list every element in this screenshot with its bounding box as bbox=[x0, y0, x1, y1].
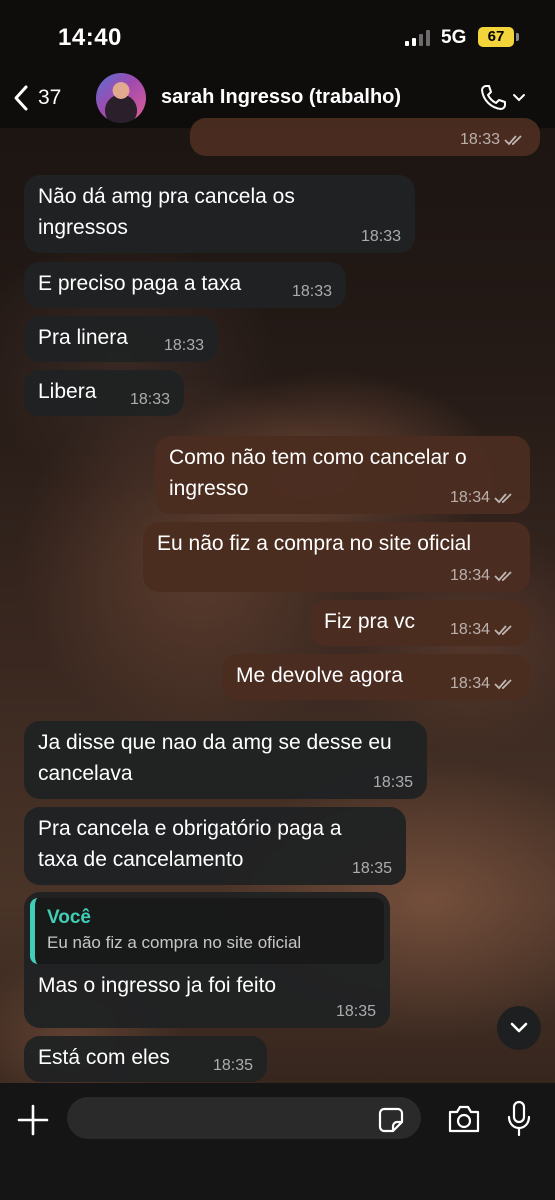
message-time: 18:34 bbox=[449, 675, 490, 692]
message-meta: 18:33 bbox=[130, 391, 170, 409]
message-meta: 18:35 bbox=[352, 860, 392, 878]
read-receipt-icon bbox=[504, 135, 522, 146]
message-bubble-incoming[interactable]: Pra cancela e obrigatório paga a taxa de… bbox=[24, 807, 406, 885]
battery-level: 67 bbox=[478, 27, 514, 47]
message-time: 18:33 bbox=[163, 337, 204, 354]
quoted-author: Você bbox=[47, 907, 92, 928]
microphone-icon[interactable] bbox=[505, 1100, 533, 1138]
message-bubble-incoming[interactable]: Está com eles 18:35 bbox=[24, 1036, 267, 1082]
message-meta: 18:35 bbox=[336, 1003, 376, 1021]
message-time: 18:34 bbox=[449, 567, 490, 584]
message-bubble-outgoing[interactable]: Eu não fiz a compra no site oficial 18:3… bbox=[143, 522, 530, 592]
message-bubble-reply[interactable]: Você Eu não fiz a compra no site oficial… bbox=[24, 892, 390, 1028]
contact-name[interactable]: sarah Ingresso (trabalho) bbox=[161, 86, 401, 109]
message-time: 18:35 bbox=[212, 1057, 253, 1074]
message-bubble-outgoing[interactable]: Como não tem como cancelar o ingresso 18… bbox=[155, 436, 530, 514]
unread-chats-count: 37 bbox=[38, 86, 62, 109]
message-meta: 18:34 bbox=[450, 621, 516, 639]
message-bubble-outgoing[interactable]: Fiz pra vc 18:34 bbox=[310, 600, 530, 646]
status-time: 14:40 bbox=[58, 24, 122, 51]
message-time: 18:33 bbox=[360, 228, 401, 245]
message-time: 18:33 bbox=[129, 391, 170, 408]
chevron-down-icon bbox=[510, 1022, 528, 1033]
message-text: Mas o ingresso ja foi feito bbox=[38, 974, 277, 997]
message-time: 18:35 bbox=[335, 1003, 376, 1020]
message-time: 18:34 bbox=[449, 621, 490, 638]
camera-icon[interactable] bbox=[446, 1103, 482, 1135]
message-bubble-incoming[interactable]: Ja disse que nao da amg se desse eu canc… bbox=[24, 721, 427, 799]
quoted-message[interactable]: Você Eu não fiz a compra no site oficial bbox=[30, 898, 384, 964]
contact-avatar[interactable] bbox=[96, 73, 146, 123]
read-receipt-icon bbox=[494, 679, 512, 690]
plus-icon[interactable] bbox=[16, 1103, 50, 1137]
message-text: Pra cancela e obrigatório paga a taxa de… bbox=[38, 817, 342, 871]
network-type: 5G bbox=[441, 27, 467, 48]
message-time: 18:34 bbox=[449, 489, 490, 506]
message-bubble-outgoing[interactable]: Me devolve agora 18:34 bbox=[222, 654, 530, 700]
message-meta: 18:34 bbox=[450, 489, 516, 507]
message-time: 18:35 bbox=[351, 860, 392, 877]
chevron-down-icon bbox=[513, 94, 525, 102]
message-meta: 18:33 bbox=[292, 283, 332, 301]
message-meta: 18:34 bbox=[450, 567, 516, 585]
sticker-icon[interactable] bbox=[378, 1107, 404, 1133]
message-text: Ja disse que nao da amg se desse eu canc… bbox=[38, 731, 392, 785]
message-meta: 18:33 bbox=[361, 228, 401, 246]
message-input-bar bbox=[0, 1083, 555, 1200]
message-bubble-incoming[interactable]: E preciso paga a taxa 18:33 bbox=[24, 262, 346, 308]
message-text: Eu não fiz a compra no site oficial bbox=[157, 532, 471, 555]
message-bubble-incoming[interactable]: Pra linera 18:33 bbox=[24, 316, 218, 362]
message-meta: 18:34 bbox=[450, 675, 516, 693]
back-chevron-icon bbox=[14, 85, 28, 111]
message-input[interactable] bbox=[67, 1097, 421, 1139]
message-bubble-incoming[interactable]: Libera 18:33 bbox=[24, 370, 184, 416]
message-meta: 18:35 bbox=[373, 774, 413, 792]
quoted-text: Eu não fiz a compra no site oficial bbox=[47, 933, 302, 952]
back-button[interactable]: 37 bbox=[12, 81, 82, 115]
phone-icon bbox=[481, 85, 506, 110]
message-meta: 18:33 bbox=[164, 337, 204, 355]
signal-strength-icon bbox=[405, 30, 430, 46]
message-meta: 18:35 bbox=[213, 1057, 253, 1075]
read-receipt-icon bbox=[494, 571, 512, 582]
status-bar: 14:40 5G 67 bbox=[0, 0, 555, 70]
call-button[interactable] bbox=[478, 82, 530, 114]
message-time: 18:33 bbox=[291, 283, 332, 300]
battery-tip bbox=[516, 33, 519, 41]
message-bubble-outgoing[interactable]: 18:33 bbox=[190, 118, 540, 156]
message-text: Não dá amg pra cancela os ingressos bbox=[38, 185, 295, 239]
message-bubble-incoming[interactable]: Não dá amg pra cancela os ingressos 18:3… bbox=[24, 175, 415, 253]
message-text: E preciso paga a taxa bbox=[38, 272, 242, 295]
scroll-to-bottom-button[interactable] bbox=[497, 1006, 541, 1050]
message-meta: 18:33 bbox=[460, 131, 526, 149]
read-receipt-icon bbox=[494, 493, 512, 504]
message-time: 18:33 bbox=[459, 131, 500, 148]
read-receipt-icon bbox=[494, 625, 512, 636]
message-time: 18:35 bbox=[372, 774, 413, 791]
